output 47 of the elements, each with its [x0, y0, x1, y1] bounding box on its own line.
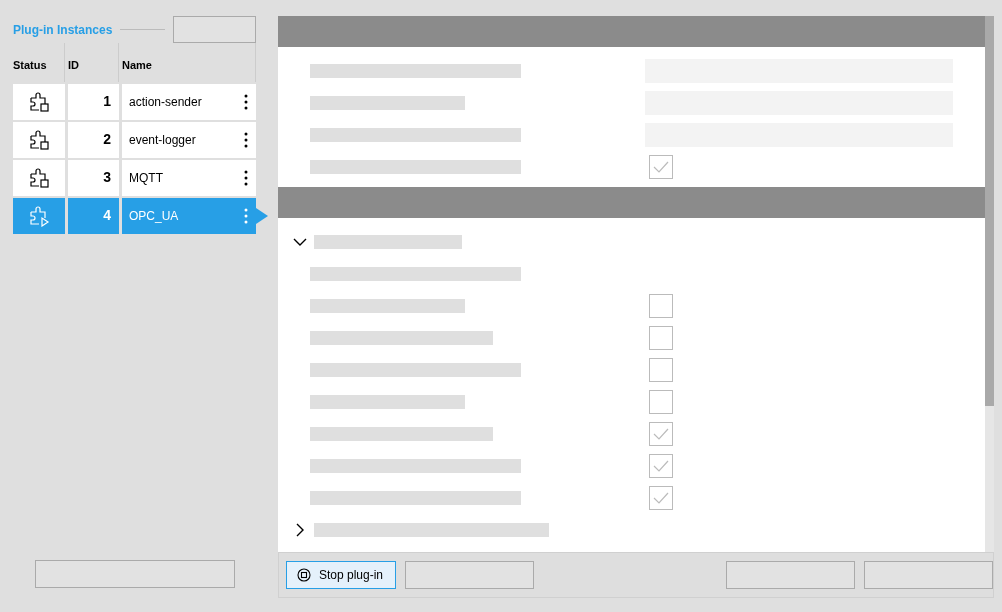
instance-name: event-logger — [129, 131, 196, 149]
checkbox[interactable] — [649, 390, 673, 414]
name-cell[interactable]: action-sender — [122, 83, 256, 120]
checkbox[interactable] — [649, 358, 673, 382]
stop-icon — [297, 568, 311, 582]
blank-button[interactable] — [35, 560, 235, 588]
checkbox[interactable] — [649, 486, 673, 510]
puzzle-square-icon — [28, 90, 50, 113]
check-icon — [653, 428, 669, 440]
puzzle-square-icon — [28, 166, 50, 189]
status-cell[interactable] — [13, 121, 65, 158]
blank-button[interactable] — [726, 561, 855, 589]
more-icon[interactable] — [244, 169, 248, 186]
checkbox[interactable] — [649, 422, 673, 446]
status-cell[interactable] — [13, 159, 65, 196]
id-cell[interactable]: 2 — [68, 121, 119, 158]
name-cell[interactable]: MQTT — [122, 159, 256, 196]
checkbox[interactable] — [649, 155, 673, 179]
pointer-icon — [256, 207, 268, 224]
id-cell[interactable]: 1 — [68, 83, 119, 120]
status-cell[interactable] — [13, 197, 65, 234]
instance-name: action-sender — [129, 93, 202, 111]
checkbox[interactable] — [649, 454, 673, 478]
puzzle-play-icon — [28, 204, 50, 227]
scrollbar[interactable] — [985, 16, 994, 552]
check-icon — [653, 161, 669, 173]
more-icon[interactable] — [244, 131, 248, 148]
instance-name: MQTT — [129, 169, 163, 187]
more-icon[interactable] — [244, 93, 248, 110]
blank-button[interactable] — [405, 561, 534, 589]
column-header: Status — [13, 43, 65, 82]
name-cell[interactable]: event-logger — [122, 121, 256, 158]
stop-button[interactable]: Stop plug-in — [286, 561, 396, 589]
check-icon — [653, 460, 669, 472]
check-icon — [653, 492, 669, 504]
status-cell[interactable] — [13, 83, 65, 120]
blank-button[interactable] — [864, 561, 993, 589]
blank-button[interactable] — [173, 16, 256, 43]
column-header: ID — [68, 43, 119, 82]
scrollbar-thumb[interactable] — [985, 16, 994, 406]
column-header: Name — [122, 43, 256, 82]
checkbox[interactable] — [649, 294, 673, 318]
puzzle-square-icon — [28, 128, 50, 151]
id-cell[interactable]: 3 — [68, 159, 119, 196]
instance-name: OPC_UA — [129, 207, 179, 225]
checkbox[interactable] — [649, 326, 673, 350]
panel-title: Plug-in Instances — [13, 21, 113, 39]
